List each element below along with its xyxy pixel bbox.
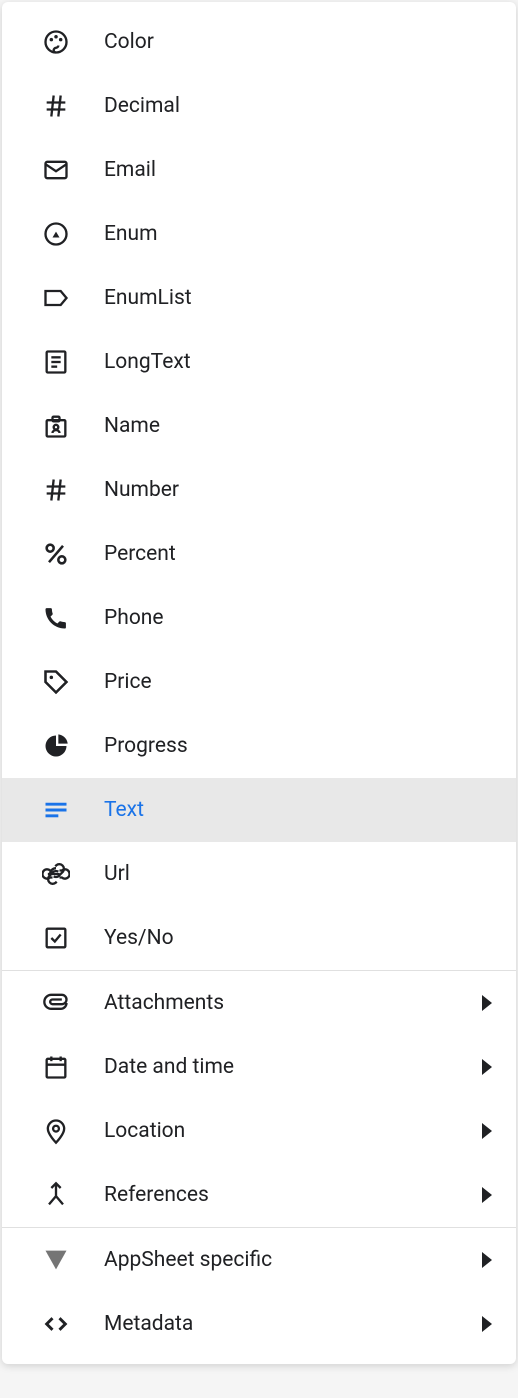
- menu-item-metadata[interactable]: Metadata: [2, 1292, 516, 1356]
- menu-item-label: References: [104, 1183, 482, 1207]
- chevron-right-icon: [482, 995, 492, 1011]
- menu-item-yesno[interactable]: Yes/No: [2, 906, 516, 970]
- text-icon: [42, 796, 70, 824]
- chevron-right-icon: [482, 1187, 492, 1203]
- menu-item-enumlist[interactable]: EnumList: [2, 266, 516, 330]
- menu-item-label: Price: [104, 670, 492, 694]
- menu-item-progress[interactable]: Progress: [2, 714, 516, 778]
- menu-item-label: Phone: [104, 606, 492, 630]
- menu-item-label: Color: [104, 30, 492, 54]
- phone-icon: [42, 604, 70, 632]
- location-icon: [42, 1117, 70, 1145]
- menu-item-label: Percent: [104, 542, 492, 566]
- clock-icon: [42, 220, 70, 248]
- menu-item-phone[interactable]: Phone: [2, 586, 516, 650]
- menu-item-price[interactable]: Price: [2, 650, 516, 714]
- appsheet-icon: [42, 1246, 70, 1274]
- menu-item-number[interactable]: Number: [2, 458, 516, 522]
- menu-item-label: Decimal: [104, 94, 492, 118]
- menu-item-label: Url: [104, 862, 492, 886]
- menu-item-location[interactable]: Location: [2, 1099, 516, 1163]
- price-tag-icon: [42, 668, 70, 696]
- hash-icon: [42, 476, 70, 504]
- chevron-right-icon: [482, 1252, 492, 1268]
- menu-item-label: Enum: [104, 222, 492, 246]
- menu-item-references[interactable]: References: [2, 1163, 516, 1227]
- menu-item-decimal[interactable]: Decimal: [2, 74, 516, 138]
- menu-item-label: Location: [104, 1119, 482, 1143]
- menu-item-appsheet[interactable]: AppSheet specific: [2, 1228, 516, 1292]
- menu-item-name[interactable]: Name: [2, 394, 516, 458]
- menu-item-label: Progress: [104, 734, 492, 758]
- code-icon: [42, 1310, 70, 1338]
- link-icon: [42, 860, 70, 888]
- checkbox-icon: [42, 924, 70, 952]
- hash-icon: [42, 92, 70, 120]
- menu-item-longtext[interactable]: LongText: [2, 330, 516, 394]
- chevron-right-icon: [482, 1123, 492, 1139]
- menu-item-email[interactable]: Email: [2, 138, 516, 202]
- menu-item-label: EnumList: [104, 286, 492, 310]
- calendar-icon: [42, 1053, 70, 1081]
- chevron-right-icon: [482, 1316, 492, 1332]
- type-menu: Color Decimal Email Enum EnumList LongTe…: [2, 2, 516, 1364]
- document-icon: [42, 348, 70, 376]
- menu-item-percent[interactable]: Percent: [2, 522, 516, 586]
- chevron-right-icon: [482, 1059, 492, 1075]
- tag-outline-icon: [42, 284, 70, 312]
- menu-item-label: Text: [104, 798, 492, 822]
- badge-icon: [42, 412, 70, 440]
- menu-item-attachments[interactable]: Attachments: [2, 971, 516, 1035]
- menu-item-label: Email: [104, 158, 492, 182]
- menu-item-enum[interactable]: Enum: [2, 202, 516, 266]
- menu-item-label: Date and time: [104, 1055, 482, 1079]
- menu-item-color[interactable]: Color: [2, 10, 516, 74]
- menu-item-label: Yes/No: [104, 926, 492, 950]
- attachment-icon: [42, 989, 70, 1017]
- percent-icon: [42, 540, 70, 568]
- menu-item-label: AppSheet specific: [104, 1248, 482, 1272]
- menu-item-url[interactable]: Url: [2, 842, 516, 906]
- menu-item-label: Number: [104, 478, 492, 502]
- menu-item-label: LongText: [104, 350, 492, 374]
- menu-item-datetime[interactable]: Date and time: [2, 1035, 516, 1099]
- pie-icon: [42, 732, 70, 760]
- menu-item-label: Attachments: [104, 991, 482, 1015]
- menu-item-label: Name: [104, 414, 492, 438]
- menu-item-label: Metadata: [104, 1312, 482, 1336]
- merge-icon: [42, 1181, 70, 1209]
- menu-item-text[interactable]: Text: [2, 778, 516, 842]
- palette-icon: [42, 28, 70, 56]
- email-icon: [42, 156, 70, 184]
